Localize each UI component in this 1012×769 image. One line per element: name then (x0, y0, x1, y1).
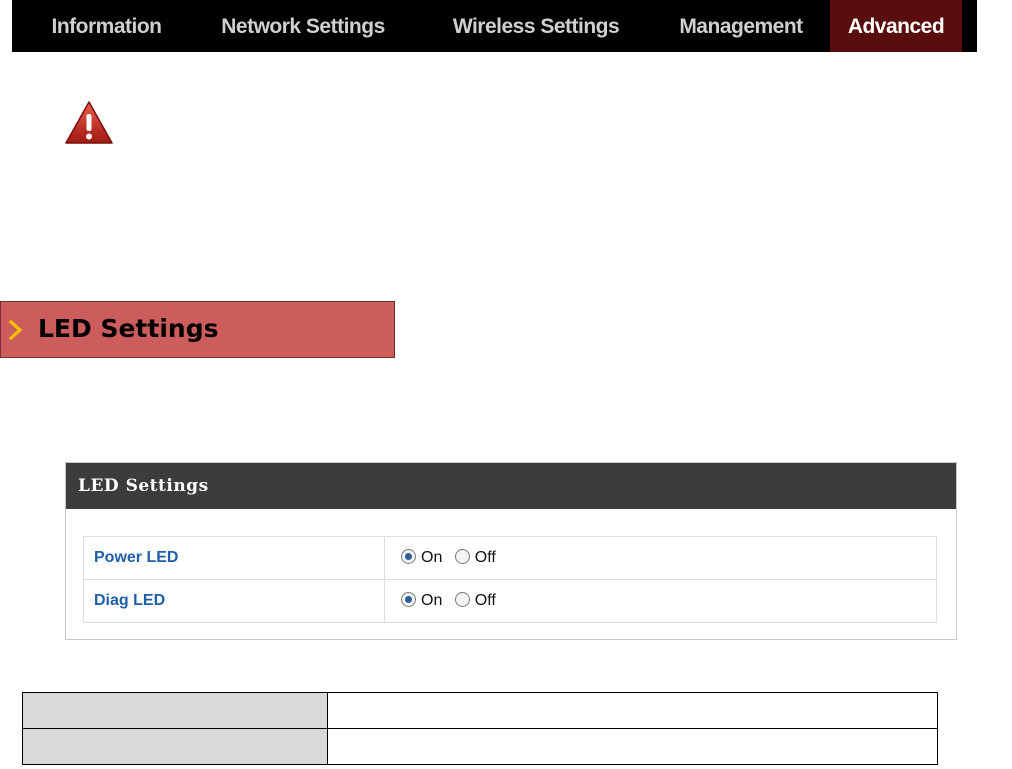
table-row (22, 692, 938, 729)
led-settings-panel: LED Settings Power LED On Off Diag LED O… (65, 462, 957, 640)
led-settings-table: Power LED On Off Diag LED On Off (83, 536, 937, 623)
tab-management[interactable]: Management (668, 0, 814, 52)
description-table (22, 692, 938, 765)
diag-led-options: On Off (384, 579, 937, 623)
table-row: Power LED On Off (83, 536, 937, 580)
chevron-right-icon (8, 319, 23, 341)
tab-network-settings[interactable]: Network Settings (208, 0, 398, 52)
tab-wireless-settings[interactable]: Wireless Settings (438, 0, 634, 52)
table-row (22, 728, 938, 765)
tab-information[interactable]: Information (41, 0, 172, 52)
section-banner: LED Settings (0, 301, 395, 358)
description-text (327, 692, 938, 729)
section-title: LED Settings (38, 314, 219, 343)
description-term (22, 692, 328, 729)
power-led-label: Power LED (83, 536, 385, 580)
power-led-on-radio[interactable] (401, 549, 416, 564)
power-led-off-label: Off (474, 549, 496, 566)
top-navigation-bar: Information Network Settings Wireless Se… (12, 0, 977, 52)
diag-led-off-label: Off (474, 592, 496, 609)
description-term (22, 728, 328, 765)
diag-led-on-label: On (421, 592, 443, 609)
panel-header: LED Settings (66, 463, 956, 509)
power-led-off-radio[interactable] (454, 549, 470, 564)
diag-led-off-radio[interactable] (454, 592, 470, 607)
warning-triangle-icon (65, 101, 113, 144)
diag-led-label: Diag LED (83, 579, 385, 623)
power-led-on-label: On (421, 549, 443, 566)
diag-led-on-radio[interactable] (401, 592, 416, 607)
tab-advanced[interactable]: Advanced (830, 0, 962, 52)
table-row: Diag LED On Off (83, 579, 937, 623)
power-led-options: On Off (384, 536, 937, 580)
description-text (327, 728, 938, 765)
